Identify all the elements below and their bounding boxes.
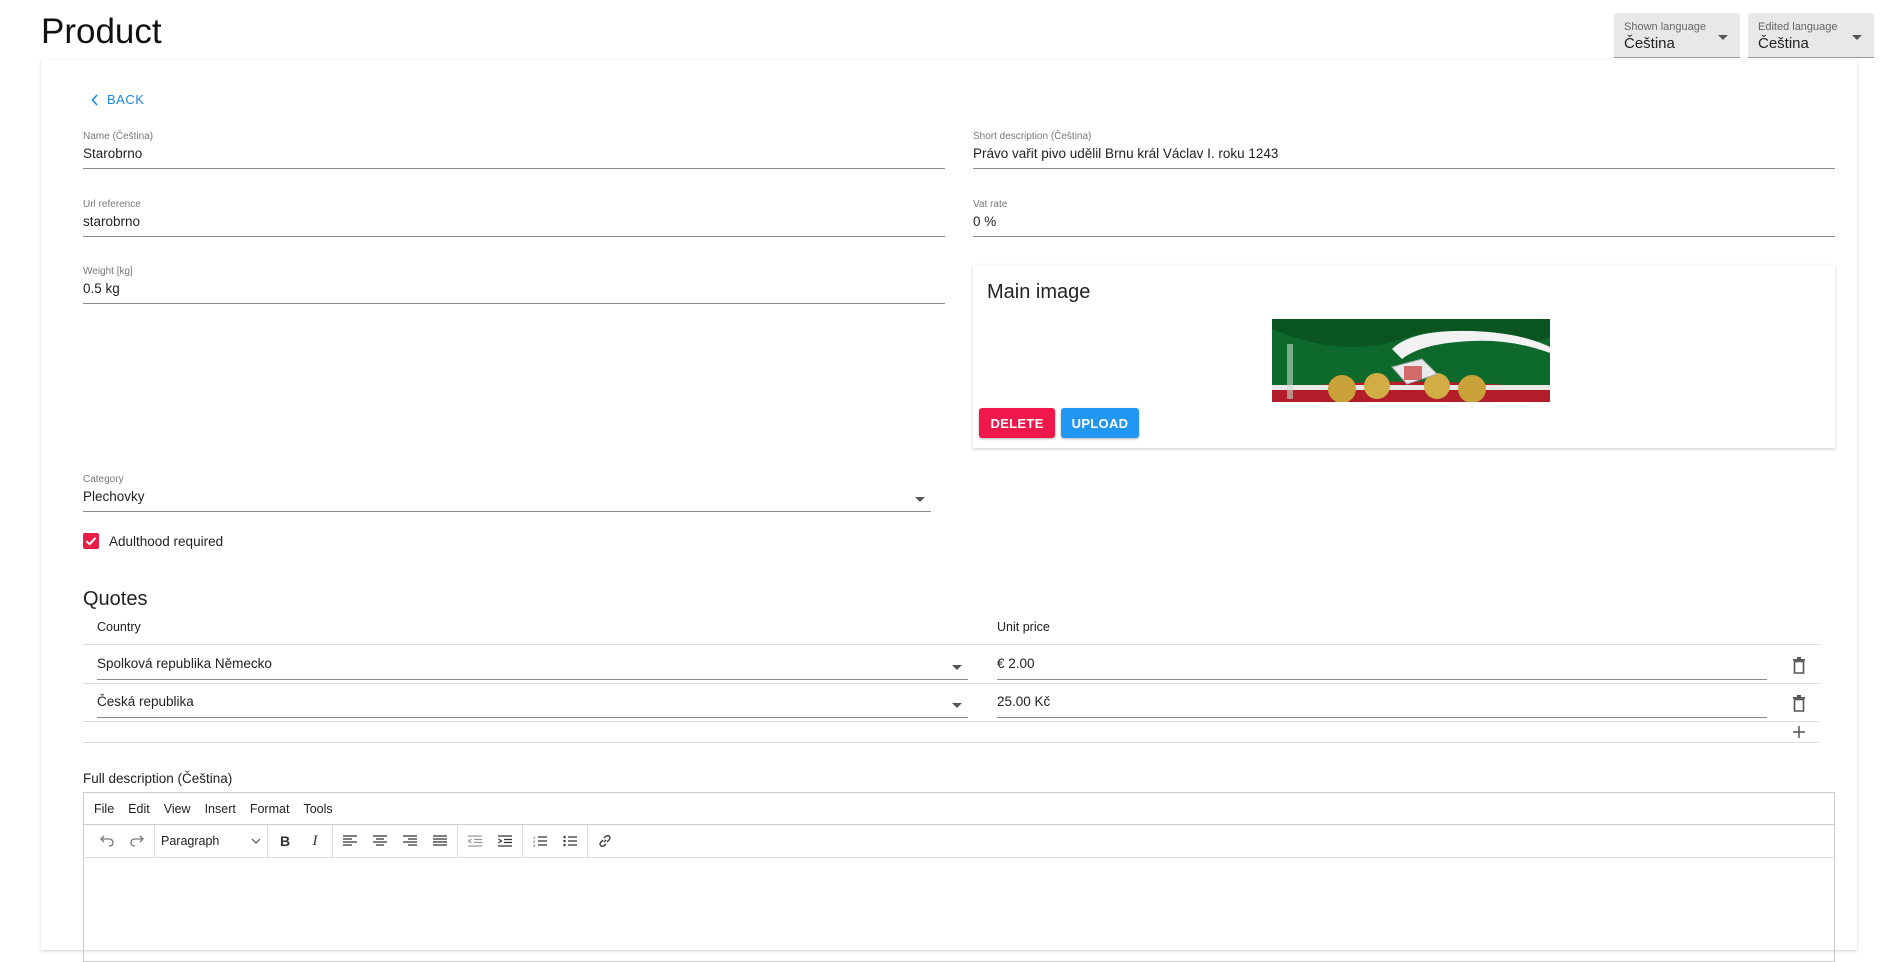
add-quote-icon[interactable]: [1792, 725, 1806, 739]
quote-price-input[interactable]: 25.00 Kč: [997, 692, 1767, 718]
menu-format[interactable]: Format: [250, 802, 290, 816]
vat-rate-label: Vat rate: [973, 199, 1008, 210]
edited-language-value: Čeština: [1758, 35, 1809, 52]
editor-toolbar: Paragraph B I 123: [84, 825, 1834, 858]
short-description-label: Short description (Čeština): [973, 131, 1092, 142]
dropdown-caret-icon: [915, 497, 925, 502]
beer-label-image: [1272, 319, 1550, 402]
shown-language-label: Shown language: [1624, 21, 1706, 33]
chevron-down-icon: [251, 838, 261, 844]
shown-language-value: Čeština: [1624, 35, 1675, 52]
adulthood-checkbox[interactable]: [83, 533, 99, 549]
category-label: Category: [83, 474, 124, 485]
align-left-icon[interactable]: [339, 830, 361, 852]
dropdown-caret-icon: [952, 703, 962, 708]
menu-file[interactable]: File: [94, 802, 114, 816]
edited-language-select[interactable]: Edited language Čeština: [1748, 13, 1874, 58]
undo-icon[interactable]: [96, 830, 118, 852]
short-description-field[interactable]: Short description (Čeština) Právo vařit …: [973, 131, 1835, 169]
dropdown-caret-icon: [1718, 35, 1728, 40]
menu-edit[interactable]: Edit: [128, 802, 150, 816]
back-button[interactable]: BACK: [91, 92, 144, 107]
link-icon[interactable]: [594, 830, 616, 852]
indent-icon[interactable]: [494, 830, 516, 852]
weight-field[interactable]: Weight [kg] 0.5 kg: [83, 266, 945, 304]
quote-country-select[interactable]: Česká republika: [97, 692, 968, 718]
rich-text-editor[interactable]: File Edit View Insert Format Tools Parag…: [83, 792, 1835, 962]
indent-group: [458, 825, 523, 857]
svg-text:3: 3: [533, 843, 536, 847]
divider: [83, 721, 1819, 722]
numbered-list-icon[interactable]: 123: [529, 830, 551, 852]
editor-menubar: File Edit View Insert Format Tools: [84, 793, 1834, 825]
redo-icon[interactable]: [126, 830, 148, 852]
align-justify-icon[interactable]: [429, 830, 451, 852]
alignment-group: [333, 825, 458, 857]
quote-country-value: Spolková republika Německo: [97, 656, 272, 671]
url-reference-field[interactable]: Url reference starobrno: [83, 199, 945, 237]
vat-rate-value: 0 %: [973, 214, 997, 229]
short-description-value: Právo vařit pivo udělil Brnu král Václav…: [973, 146, 1279, 161]
align-right-icon[interactable]: [399, 830, 421, 852]
full-description-label: Full description (Čeština): [83, 771, 233, 786]
quote-price-value: 25.00 Kč: [997, 694, 1051, 709]
country-column-header: Country: [97, 620, 141, 634]
delete-image-button[interactable]: DELETE: [979, 408, 1055, 438]
page-title: Product: [41, 12, 162, 51]
quote-price-input[interactable]: € 2.00: [997, 654, 1767, 680]
adulthood-label: Adulthood required: [109, 534, 224, 549]
unit-price-column-header: Unit price: [997, 620, 1050, 634]
bold-icon[interactable]: B: [274, 830, 296, 852]
trash-icon[interactable]: [1792, 657, 1806, 674]
editor-content-area[interactable]: [84, 858, 1834, 958]
divider: [83, 742, 1819, 743]
name-value: Starobrno: [83, 146, 143, 161]
back-label: BACK: [107, 92, 145, 107]
name-field[interactable]: Name (Čeština) Starobrno: [83, 131, 945, 169]
name-label: Name (Čeština): [83, 131, 154, 142]
product-form-card: BACK Name (Čeština) Starobrno Short desc…: [41, 60, 1857, 962]
block-format-select[interactable]: Paragraph: [155, 825, 268, 857]
main-image-title: Main image: [987, 281, 1091, 303]
category-select[interactable]: Category Plechovky: [83, 474, 931, 512]
align-center-icon[interactable]: [369, 830, 391, 852]
weight-value: 0.5 kg: [83, 281, 120, 296]
divider: [83, 683, 1819, 684]
vat-rate-field[interactable]: Vat rate 0 %: [973, 199, 1835, 237]
italic-icon[interactable]: I: [304, 830, 326, 852]
menu-insert[interactable]: Insert: [205, 802, 236, 816]
quotes-title: Quotes: [83, 588, 148, 610]
edited-language-label: Edited language: [1758, 21, 1838, 33]
link-group: [588, 825, 622, 857]
dropdown-caret-icon: [1852, 35, 1862, 40]
weight-label: Weight [kg]: [83, 266, 133, 277]
quote-price-value: € 2.00: [997, 656, 1035, 671]
divider: [83, 644, 1819, 645]
block-format-value: Paragraph: [161, 834, 220, 848]
outdent-icon[interactable]: [464, 830, 486, 852]
menu-tools[interactable]: Tools: [303, 802, 332, 816]
history-group: [90, 825, 155, 857]
bullet-list-icon[interactable]: [559, 830, 581, 852]
trash-icon[interactable]: [1792, 695, 1806, 712]
quote-country-value: Česká republika: [97, 694, 194, 709]
upload-image-button[interactable]: UPLOAD: [1061, 408, 1139, 438]
quote-country-select[interactable]: Spolková republika Německo: [97, 654, 968, 680]
chevron-left-icon: [91, 93, 98, 106]
url-reference-label: Url reference: [83, 199, 141, 210]
text-style-group: B I: [268, 825, 333, 857]
menu-view[interactable]: View: [164, 802, 191, 816]
shown-language-select[interactable]: Shown language Čeština: [1614, 13, 1740, 58]
url-reference-value: starobrno: [83, 214, 141, 229]
main-image-card: Main image DELETE UPLOAD: [973, 265, 1835, 448]
dropdown-caret-icon: [952, 665, 962, 670]
list-group: 123: [523, 825, 588, 857]
product-image: [1272, 319, 1550, 402]
checkmark-icon: [85, 537, 97, 546]
category-value: Plechovky: [83, 489, 145, 504]
